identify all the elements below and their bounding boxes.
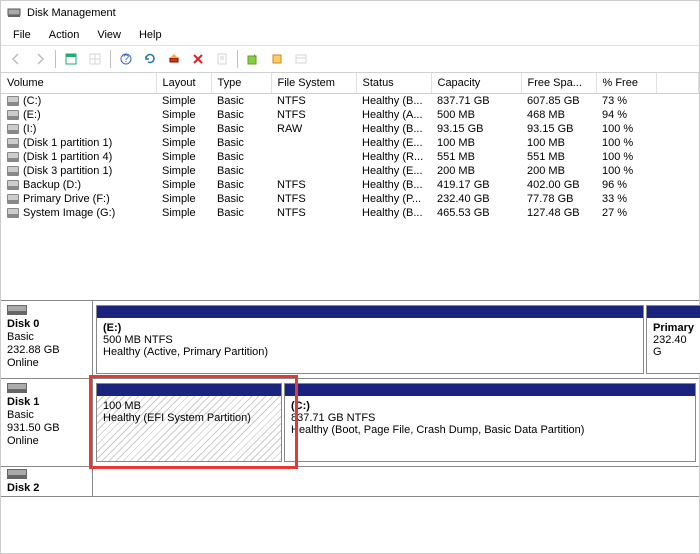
toolbar-separator [237,50,238,68]
back-button[interactable] [5,48,27,70]
partition[interactable]: (C:) 837.71 GB NTFS Healthy (Boot, Page … [284,383,696,462]
menu-help[interactable]: Help [131,27,170,43]
partition-label: Primary [653,322,694,334]
partition-size: 100 MB [103,400,141,412]
window-title: Disk Management [27,7,116,19]
disk-header[interactable]: Disk 0 Basic 232.88 GB Online [1,301,93,378]
disk-name: Disk 1 [7,396,86,408]
toolbar-separator [55,50,56,68]
view-button[interactable] [60,48,82,70]
disk-header[interactable]: Disk 2 [1,467,93,496]
disk-size: 232.88 GB [7,344,86,356]
volume-icon [7,166,19,176]
volume-icon [7,180,19,190]
partition-status: Healthy (Active, Primary Partition) [103,346,268,358]
properties-button[interactable] [211,48,233,70]
toolbar: ? [1,45,699,73]
menu-action[interactable]: Action [41,27,88,43]
column-header-row[interactable]: VolumeLayoutTypeFile SystemStatusCapacit… [1,73,699,94]
partition-size: 232.40 G [653,334,687,358]
disk-row: Disk 1 Basic 931.50 GB Online 100 MB Hea… [1,379,699,467]
column-header[interactable]: Type [211,73,271,94]
volume-icon [7,124,19,134]
table-row[interactable]: Primary Drive (F:)SimpleBasicNTFSHealthy… [1,192,699,206]
app-icon [7,6,21,20]
volume-icon [7,96,19,106]
disk-icon [7,383,27,393]
partition[interactable]: Primary 232.40 G [646,305,700,374]
disk-state: Online [7,435,86,447]
column-header[interactable]: File System [271,73,356,94]
grid-button[interactable] [84,48,106,70]
partition-stripe [285,384,695,396]
table-row[interactable]: (C:)SimpleBasicNTFSHealthy (B...837.71 G… [1,94,699,109]
forward-button[interactable] [29,48,51,70]
menu-file[interactable]: File [5,27,39,43]
disk-type: Basic [7,409,86,421]
partition-efi[interactable]: 100 MB Healthy (EFI System Partition) [96,383,282,462]
partition-stripe [97,306,643,318]
volume-icon [7,110,19,120]
graphical-view: Disk 0 Basic 232.88 GB Online (E:) 500 M… [1,300,699,497]
help-button[interactable]: ? [115,48,137,70]
table-row[interactable]: (Disk 1 partition 4)SimpleBasicHealthy (… [1,150,699,164]
volume-list[interactable]: VolumeLayoutTypeFile SystemStatusCapacit… [1,73,699,300]
partition-status: Healthy (EFI System Partition) [103,412,251,424]
disk-icon [7,305,27,315]
disk-name: Disk 2 [7,482,86,494]
volume-icon [7,152,19,162]
disk-header[interactable]: Disk 1 Basic 931.50 GB Online [1,379,93,466]
disk-name: Disk 0 [7,318,86,330]
action2-button[interactable] [266,48,288,70]
title-bar: Disk Management [1,1,699,25]
column-header[interactable]: Capacity [431,73,521,94]
partition-status: Healthy (Boot, Page File, Crash Dump, Ba… [291,424,584,436]
disk-state: Online [7,357,86,369]
volume-icon [7,208,19,218]
column-header [656,73,699,94]
volume-icon [7,138,19,148]
partition-size: 500 MB NTFS [103,334,173,346]
svg-text:?: ? [123,53,129,65]
menu-bar: File Action View Help [1,25,699,45]
disk-row: Disk 0 Basic 232.88 GB Online (E:) 500 M… [1,301,699,379]
toolbar-separator [110,50,111,68]
menu-view[interactable]: View [89,27,129,43]
eject-button[interactable] [163,48,185,70]
volume-icon [7,194,19,204]
action1-button[interactable] [242,48,264,70]
column-header[interactable]: Free Spa... [521,73,596,94]
partition[interactable]: (E:) 500 MB NTFS Healthy (Active, Primar… [96,305,644,374]
partition-stripe [97,384,281,396]
delete-button[interactable] [187,48,209,70]
column-header[interactable]: % Free [596,73,656,94]
column-header[interactable]: Layout [156,73,211,94]
disk-size: 931.50 GB [7,422,86,434]
action3-button[interactable] [290,48,312,70]
disk-icon [7,469,27,479]
column-header[interactable]: Volume [1,73,156,94]
table-row[interactable]: (E:)SimpleBasicNTFSHealthy (A...500 MB46… [1,108,699,122]
table-row[interactable]: (I:)SimpleBasicRAWHealthy (B...93.15 GB9… [1,122,699,136]
refresh-button[interactable] [139,48,161,70]
partition-label: (E:) [103,322,121,334]
disk-row: Disk 2 [1,467,699,497]
partition-stripe [647,306,700,318]
partition-label: (C:) [291,400,310,412]
table-row[interactable]: (Disk 1 partition 1)SimpleBasicHealthy (… [1,136,699,150]
table-row[interactable]: System Image (G:)SimpleBasicNTFSHealthy … [1,206,699,220]
table-row[interactable]: Backup (D:)SimpleBasicNTFSHealthy (B...4… [1,178,699,192]
table-row[interactable]: (Disk 3 partition 1)SimpleBasicHealthy (… [1,164,699,178]
partition-size: 837.71 GB NTFS [291,412,375,424]
column-header[interactable]: Status [356,73,431,94]
disk-type: Basic [7,331,86,343]
